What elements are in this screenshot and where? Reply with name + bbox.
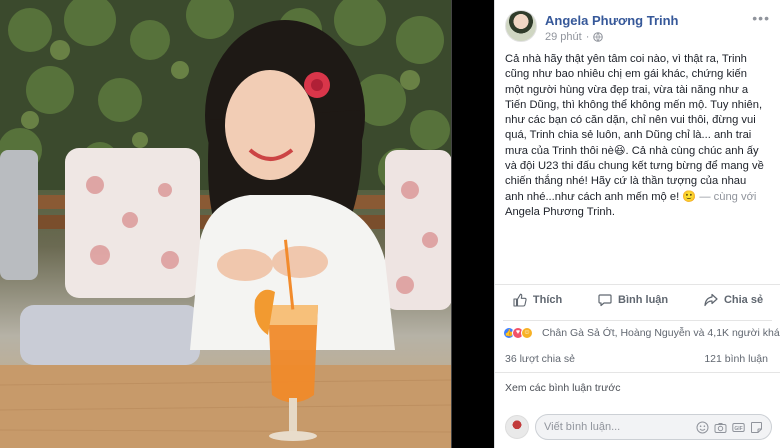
post-meta: 29 phút ·: [545, 31, 604, 43]
post-header: Angela Phương Trinh 29 phút · •••: [505, 10, 770, 50]
post-text-main: Cả nhà hãy thật yên tâm coi nào, vì thật…: [505, 53, 764, 203]
comment-input-wrapper: GIF: [535, 414, 772, 440]
current-user-avatar: [505, 415, 529, 439]
camera-icon[interactable]: [714, 421, 727, 434]
separator-dot: ·: [585, 31, 590, 43]
post-photo[interactable]: [0, 0, 452, 448]
thumbs-up-icon: [513, 293, 527, 307]
sticker-icon[interactable]: [750, 421, 763, 434]
reactions-summary[interactable]: 👍 ♥ ☺ Chân Gà Sả Ớt, Hoàng Nguyễn và 4,1…: [503, 320, 780, 342]
gif-icon[interactable]: GIF: [732, 421, 745, 434]
post-text-with: — cùng với: [696, 190, 757, 203]
comment-composer: GIF: [503, 412, 772, 440]
post-text-end: .: [611, 205, 615, 218]
post-time[interactable]: 29 phút: [545, 31, 582, 43]
engagement-counts: 36 lượt chia sẻ 121 bình luận: [505, 353, 768, 365]
ellipsis-icon[interactable]: •••: [752, 10, 770, 26]
share-label: Chia sẻ: [723, 293, 764, 306]
haha-reaction-icon: ☺: [521, 326, 533, 339]
like-button[interactable]: Thích: [513, 293, 562, 307]
comment-input-icons: GIF: [696, 421, 763, 434]
lightbox-gap: [452, 0, 494, 448]
reaction-names[interactable]: Chân Gà Sả Ớt, Hoàng Nguyễn và 4,1K ngườ…: [542, 327, 780, 339]
share-count[interactable]: 36 lượt chia sẻ: [505, 353, 575, 365]
photo-illustration: [0, 0, 451, 448]
globe-icon[interactable]: [593, 32, 604, 42]
tagged-user-link[interactable]: Angela Phương Trinh: [505, 206, 612, 218]
svg-text:GIF: GIF: [734, 425, 742, 431]
author-name[interactable]: Angela Phương Trinh: [545, 13, 679, 28]
share-button[interactable]: Chia sẻ: [704, 293, 763, 307]
reaction-icons: 👍 ♥ ☺: [503, 326, 533, 339]
action-bar: Thích Bình luận Chia sẻ: [495, 284, 780, 314]
like-label: Thích: [532, 293, 563, 306]
emoji-icon[interactable]: [696, 421, 709, 434]
author-avatar[interactable]: [505, 10, 537, 42]
comment-input[interactable]: [544, 421, 696, 433]
comment-count[interactable]: 121 bình luận: [704, 353, 768, 365]
post-text: Cả nhà hãy thật yên tâm coi nào, vì thật…: [505, 52, 767, 220]
comment-label: Bình luận: [618, 293, 669, 306]
comment-button[interactable]: Bình luận: [598, 293, 668, 307]
comment-icon: [598, 293, 612, 306]
view-previous-comments[interactable]: Xem các bình luận trước: [495, 372, 780, 402]
share-icon: [704, 293, 718, 306]
post-panel: Angela Phương Trinh 29 phút · ••• Cả nhà…: [494, 0, 780, 448]
